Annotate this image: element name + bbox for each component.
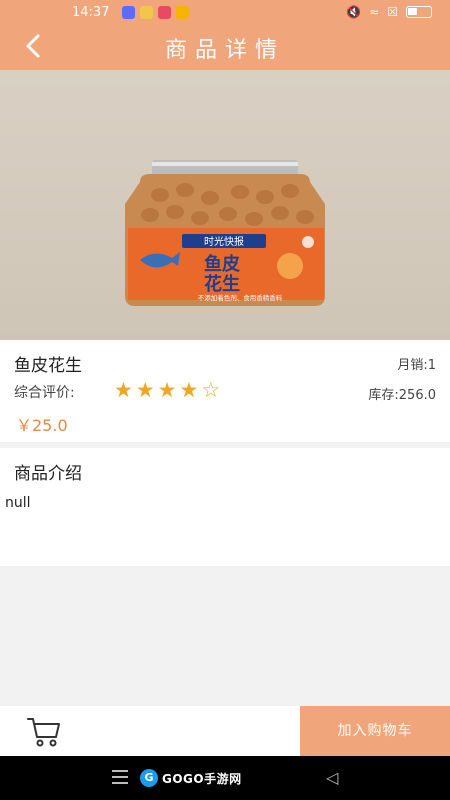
- intro-title: 商品介绍: [14, 464, 82, 484]
- notification-app-icon: [176, 6, 189, 19]
- mute-icon: 🔇: [346, 5, 362, 19]
- logo-icon: G: [140, 769, 158, 787]
- sim-icon: ☒: [387, 5, 398, 19]
- product-intro-panel: 商品介绍 null: [0, 448, 450, 566]
- product-image: 时光快报 鱼皮 花生 不添加着色剂、食用香精香料: [0, 70, 450, 340]
- notification-app-icon: [140, 6, 153, 19]
- add-to-cart-button[interactable]: 加入购物车: [300, 706, 450, 756]
- peanut-illustration: [277, 253, 303, 279]
- product-info-panel: 鱼皮花生 月销:1 综合评价: ★ ★ ★ ★ ☆ 库存:256.0 ￥25.0: [0, 340, 450, 442]
- wifi-icon: ≈: [369, 5, 380, 19]
- logo-text: GOGO手游网: [162, 771, 242, 786]
- notification-app-icon: [122, 6, 135, 19]
- label-brand-text: 时光快报: [204, 235, 244, 248]
- action-bar: 加入购物车: [0, 706, 450, 756]
- product-name: 鱼皮花生: [14, 356, 82, 376]
- cart-button[interactable]: [26, 716, 62, 748]
- status-bar: 14:37 🔇 ≈ ☒: [0, 0, 450, 24]
- status-indicators: 🔇 ≈ ☒: [346, 5, 432, 19]
- stock-count: 库存:256.0: [368, 388, 436, 403]
- monthly-sales: 月销:1: [397, 358, 436, 373]
- star-filled-icon: ★: [157, 378, 177, 402]
- product-price: ￥25.0: [16, 416, 68, 435]
- star-filled-icon: ★: [135, 378, 155, 402]
- system-nav-bar: G GOGO手游网 ◁: [0, 756, 450, 800]
- app-header: 14:37 🔇 ≈ ☒ 商品详情: [0, 0, 450, 70]
- rating-stars: ★ ★ ★ ★ ☆: [114, 378, 220, 402]
- star-filled-icon: ★: [114, 378, 133, 402]
- watermark-logo: G GOGO手游网: [140, 769, 242, 787]
- menu-icon[interactable]: [112, 770, 128, 788]
- star-empty-icon: ☆: [201, 378, 221, 402]
- label-slogan: 不添加着色剂、食用香精香料: [198, 293, 283, 302]
- intro-body: null: [5, 495, 31, 511]
- label-name-line2: 花生: [204, 273, 240, 295]
- notification-app-icon: [158, 6, 171, 19]
- rating-label: 综合评价:: [14, 385, 75, 401]
- status-time: 14:37: [72, 5, 110, 20]
- status-app-icons: [122, 6, 189, 19]
- nav-back-icon[interactable]: ◁: [326, 768, 338, 787]
- battery-icon: [406, 6, 432, 18]
- page-title: 商品详情: [164, 38, 285, 63]
- product-photo: 时光快报 鱼皮 花生 不添加着色剂、食用香精香料: [125, 160, 325, 306]
- star-filled-icon: ★: [179, 378, 199, 402]
- cart-icon: [27, 718, 60, 747]
- label-name-line1: 鱼皮: [204, 253, 240, 275]
